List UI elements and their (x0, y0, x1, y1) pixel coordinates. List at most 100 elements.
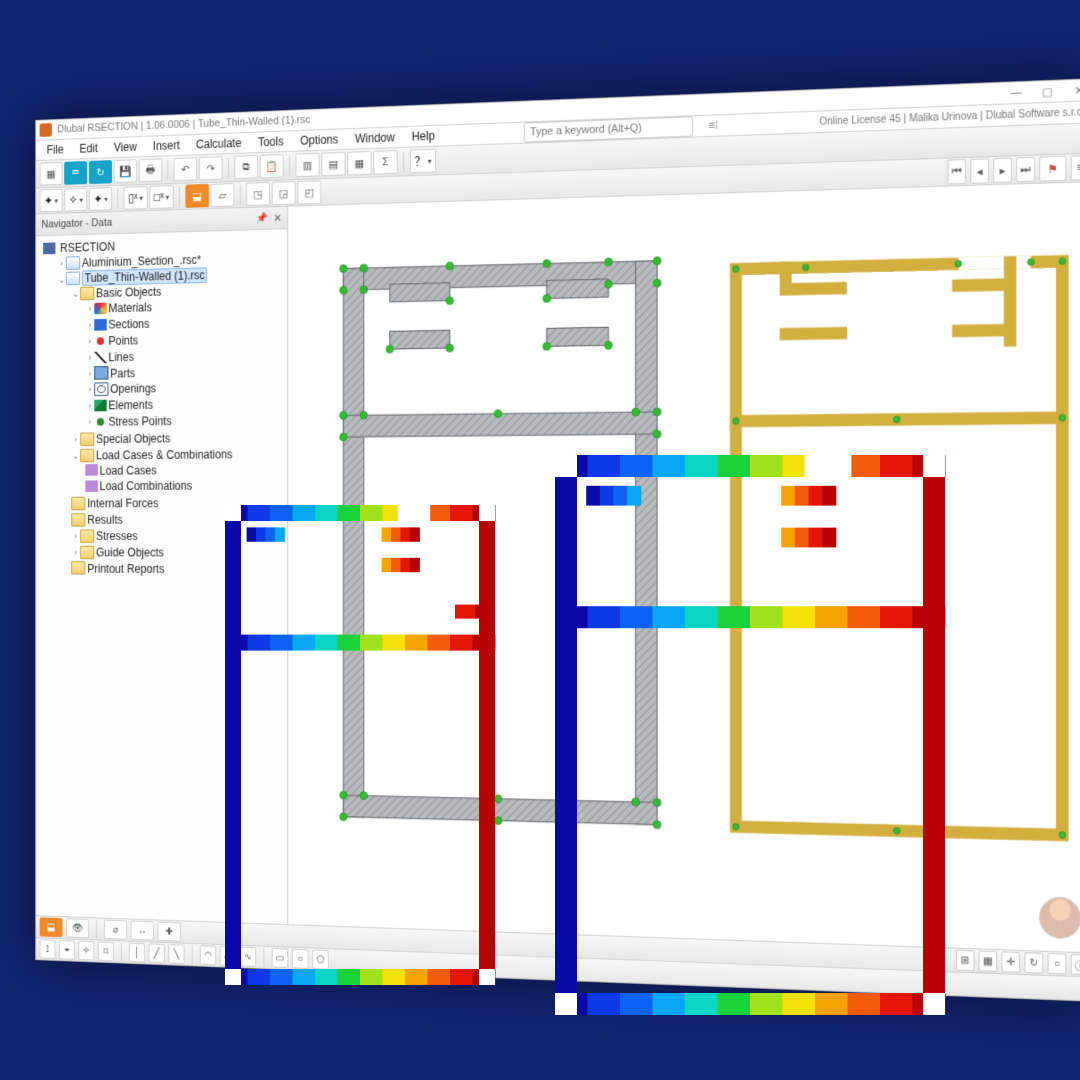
tree-printout-reports-label: Printout Reports (87, 561, 164, 575)
tree-stress-points-label: Stress Points (108, 414, 171, 428)
nav-last-button[interactable]: ⏭ (1016, 157, 1035, 183)
paste-button[interactable]: 📋 (260, 154, 284, 178)
whatsnew-dropdown[interactable]: ？▾ (410, 149, 436, 174)
sb-line3[interactable]: ╲ (168, 944, 184, 964)
menu-calculate[interactable]: Calculate (189, 134, 249, 154)
axes2-dropdown[interactable]: □ˣ▾ (149, 185, 173, 209)
line-icon (94, 351, 106, 363)
tree-internal-forces[interactable]: Internal Forces (71, 494, 285, 511)
print-button[interactable]: 🖶 (139, 158, 162, 182)
tree-load-cases[interactable]: Load Cases (85, 460, 285, 478)
sb-arc2[interactable]: ◡ (220, 946, 236, 966)
sb-spline[interactable]: ∿ (240, 947, 256, 967)
cross3-button[interactable]: ◰ (297, 180, 321, 204)
opening-icon (94, 383, 108, 397)
section-mode-button[interactable]: ⬓ (185, 184, 208, 208)
new-file-button[interactable]: ▦ (40, 162, 63, 186)
loadcombination-icon (85, 481, 97, 493)
nav-prev-button[interactable]: ◂ (970, 158, 989, 184)
status-tool3[interactable]: ✚ (158, 921, 181, 941)
nav-first-button[interactable]: ⏮ (948, 159, 967, 184)
sb-rect[interactable]: ▭ (272, 948, 289, 968)
navigator-title: Navigator - Data (41, 217, 112, 231)
loadcase-icon (85, 465, 97, 477)
cross1-button[interactable]: ◳ (246, 182, 270, 206)
tree-results[interactable]: Results (71, 511, 285, 528)
status-tool2[interactable]: ↔ (131, 921, 154, 941)
app-logo-icon (40, 123, 52, 137)
menu-view[interactable]: View (107, 138, 144, 157)
status-eye-button[interactable]: 👁 (66, 918, 89, 938)
sb-c[interactable]: ✧ (78, 941, 94, 961)
menu-window[interactable]: Window (348, 128, 403, 148)
folder-icon (71, 497, 85, 510)
sb-circ[interactable]: ○ (292, 949, 309, 969)
sb-b[interactable]: ⌖ (59, 940, 75, 960)
undo-button[interactable]: ↶ (174, 157, 197, 181)
tree-special-objects[interactable]: ›Special Objects (71, 429, 285, 447)
tree-file-tube[interactable]: ⌄Tube_Thin-Walled (1).rsc ⌄Basic Objects… (57, 265, 285, 577)
tree-printout-reports[interactable]: Printout Reports (71, 560, 285, 577)
tree-stresses[interactable]: ›Stresses (71, 527, 285, 543)
tree-basic-objects-label: Basic Objects (96, 285, 161, 300)
tree-root[interactable]: RSECTION ›Aluminium_Section_.rsc* ⌄Tube_… (43, 233, 285, 578)
sections-icon (94, 319, 106, 331)
sync-button[interactable]: ↻ (89, 160, 112, 184)
tree-load-combinations[interactable]: Load Combinations (85, 477, 285, 494)
navigator-close-icon[interactable]: ✕ (273, 211, 281, 224)
menu-file[interactable]: File (40, 141, 71, 159)
part-icon (94, 366, 108, 380)
navigator-tree[interactable]: RSECTION ›Aluminium_Section_.rsc* ⌄Tube_… (36, 229, 287, 924)
pin-icon[interactable]: 📌 (256, 213, 267, 224)
status-tool1[interactable]: ⌀ (104, 920, 127, 940)
layout-button[interactable]: ▤ (321, 152, 345, 176)
wand-dropdown[interactable]: ✦▾ (40, 189, 63, 213)
point-icon (97, 337, 104, 345)
cross2-button[interactable]: ◲ (272, 181, 296, 205)
save-button[interactable]: 💾 (114, 159, 137, 183)
nav-next-button[interactable]: ▸ (993, 157, 1012, 183)
tree-root-label: RSECTION (60, 240, 115, 255)
menu-insert[interactable]: Insert (146, 136, 187, 155)
tree-materials-label: Materials (108, 301, 151, 315)
sb-poly[interactable]: ⬠ (312, 949, 329, 969)
menu-options[interactable]: Options (293, 130, 346, 150)
profile-select-button[interactable]: ▱ (211, 183, 235, 207)
tree-parts-label: Parts (110, 366, 135, 380)
assistant-avatar[interactable] (1039, 896, 1080, 939)
sb-line1[interactable]: │ (129, 943, 145, 963)
grid-button[interactable]: ▦ (347, 151, 371, 175)
sb-line2[interactable]: ╱ (149, 943, 165, 963)
calc-button[interactable]: Σ (373, 150, 397, 175)
minimize-button[interactable]: — (1006, 86, 1027, 100)
folder-icon (80, 529, 94, 542)
bell-button[interactable]: ⚑ (1039, 156, 1066, 182)
sb-d[interactable]: ⌑ (98, 941, 114, 961)
tree-stress-points[interactable]: ›Stress Points (85, 411, 285, 430)
tree-sections-label: Sections (108, 317, 149, 331)
display-button[interactable]: ▥ (296, 153, 320, 177)
sidepanel-button[interactable]: ≡ (1071, 155, 1080, 181)
axes-dropdown[interactable]: ▯ˣ▾ (124, 186, 148, 210)
menu-edit[interactable]: Edit (72, 139, 104, 157)
sb-arc1[interactable]: ◠ (200, 945, 216, 965)
tree-basic-objects[interactable]: ⌄Basic Objects ›Materials ›Sections ›Poi… (71, 281, 285, 431)
viewport[interactable] (288, 182, 1080, 952)
wand2-dropdown[interactable]: ✦▾ (89, 187, 112, 211)
copy-button[interactable]: ⧉ (234, 155, 258, 179)
open-button[interactable]: ⮹ (64, 161, 87, 185)
close-button[interactable]: ✕ (1069, 83, 1080, 97)
app-icon (43, 242, 55, 254)
menu-tools[interactable]: Tools (251, 132, 291, 151)
maximize-button[interactable]: ▢ (1037, 84, 1058, 98)
tree-loadcases-comb[interactable]: ⌄Load Cases & Combinations Load Cases Lo… (71, 445, 285, 495)
status-mode-button[interactable]: ⬓ (40, 917, 63, 937)
tree-guide-objects[interactable]: ›Guide Objects (71, 544, 285, 561)
redo-button[interactable]: ↷ (199, 156, 223, 180)
sb-a[interactable]: ⟟ (40, 939, 56, 959)
magic-dropdown[interactable]: ✧▾ (64, 188, 87, 212)
folder-icon (71, 513, 85, 526)
file-icon (66, 272, 80, 286)
folder-icon (71, 561, 85, 574)
menu-help[interactable]: Help (404, 127, 442, 146)
